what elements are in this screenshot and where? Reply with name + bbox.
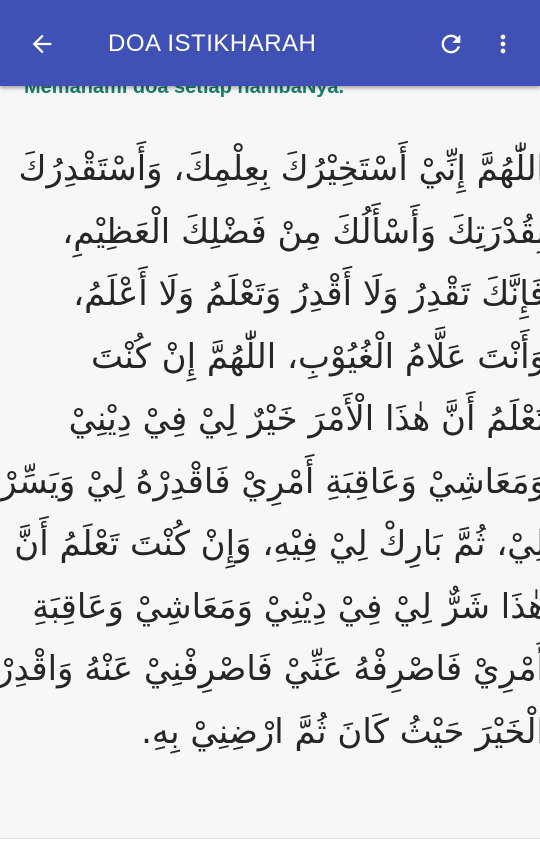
doa-subtitle: Memahami doa setiap hambaNya. bbox=[24, 86, 345, 98]
back-button[interactable] bbox=[22, 26, 62, 62]
arabic-line: لِيْ، ثُمَّ بَارِكْ لِيْ فِيْهِ، وَإِنْ … bbox=[14, 524, 540, 564]
more-options-button[interactable] bbox=[488, 26, 518, 62]
arabic-doa-text: اللّٰهُمَّ إِنِّيْ أَسْتَخِيْرُكَ بِعِلْ… bbox=[0, 138, 540, 763]
arabic-line: أَمْرِيْ فَاصْرِفْهُ عَنِّيْ فَاصْرِفْنِ… bbox=[0, 649, 540, 689]
arabic-line: بِقُدْرَتِكَ وَأَسْأَلُكَ مِنْ فَضْلِكَ … bbox=[62, 211, 540, 252]
arabic-line: وَمَعَاشِيْ وَعَاقِبَةِ أَمْرِيْ فَاقْدِ… bbox=[0, 461, 540, 502]
app-bar: DOA ISTIKHARAH bbox=[0, 0, 540, 86]
arabic-line: تَعْلَمُ أَنَّ هٰذَا الْأَمْرَ خَيْرٌ لِ… bbox=[68, 399, 540, 439]
page-title: DOA ISTIKHARAH bbox=[108, 30, 317, 57]
more-vert-icon bbox=[500, 34, 506, 54]
arabic-line: اللّٰهُمَّ إِنِّيْ أَسْتَخِيْرُكَ بِعِلْ… bbox=[18, 149, 540, 189]
bottom-strip bbox=[0, 838, 540, 855]
arabic-line: وَأَنْتَ عَلَّامُ الْغُيُوْبِ، اللّٰهُمَ… bbox=[91, 336, 540, 377]
arrow-back-icon bbox=[32, 34, 52, 54]
arabic-line: هٰذَا شَرٌّ لِيْ فِيْ دِيْنِيْ وَمَعَاشِ… bbox=[32, 586, 540, 627]
doa-content[interactable]: Memahami doa setiap hambaNya. اللّٰهُمَّ… bbox=[0, 86, 540, 838]
refresh-button[interactable] bbox=[432, 26, 470, 62]
arabic-line: فَإِنَّكَ تَقْدِرُ وَلَا أَقْدِرُ وَتَعْ… bbox=[73, 274, 540, 314]
refresh-icon bbox=[441, 34, 461, 54]
arabic-line: الْخَيْرَ حَيْثُ كَانَ ثُمَّ ارْضِنِيْ ب… bbox=[141, 711, 540, 752]
